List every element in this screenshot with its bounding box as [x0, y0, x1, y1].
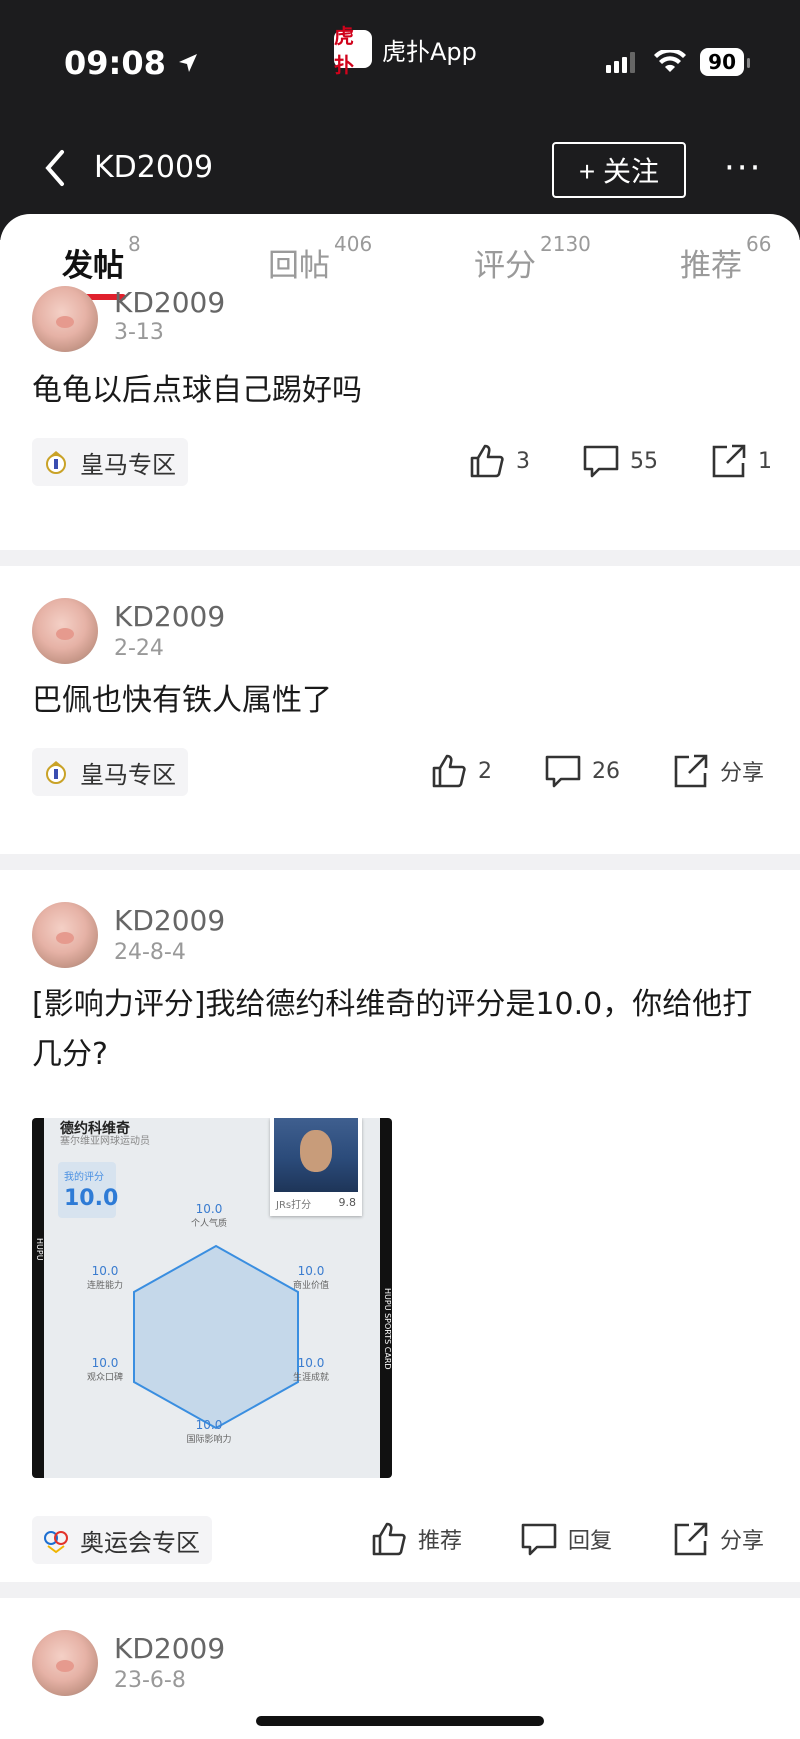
follow-button[interactable]: + 关注	[552, 142, 686, 198]
divider	[0, 1582, 800, 1598]
real-madrid-crest-icon	[46, 761, 66, 784]
card-my-score-label: 我的评分	[64, 1172, 104, 1183]
share-label: 分享	[720, 1529, 765, 1554]
card-my-score-box: 我的评分 10.0	[58, 1162, 119, 1218]
stat-item: 10.0 商业价值	[292, 1264, 329, 1291]
time-text: 09:08	[64, 44, 166, 82]
comment-count: 55	[630, 448, 658, 474]
like-count: 3	[516, 448, 530, 474]
page-title: KD2009	[94, 150, 214, 185]
zone-tag[interactable]: 皇马专区	[32, 438, 188, 486]
tab-recommend[interactable]: 推荐66	[680, 232, 771, 285]
comment-bubble-icon	[521, 1523, 557, 1556]
jrs-score-label: JRs打分	[276, 1200, 312, 1211]
rating-card-image[interactable]: 德约科维奇 塞尔维亚网球运动员 我的评分 10.0 JRs打分 9.8 10.0…	[32, 1118, 392, 1478]
zone-label: 皇马专区	[80, 760, 176, 789]
post-item[interactable]: KD2009 3-13 龟龟以后点球自己踢好吗 皇马专区 3 55 1	[0, 286, 800, 550]
post-username[interactable]: KD2009	[114, 600, 225, 633]
status-time: 09:08	[64, 44, 200, 82]
tab-posts[interactable]: 发帖8	[62, 232, 141, 285]
card-player-subtitle: 塞尔维亚网球运动员	[60, 1136, 150, 1147]
thumbs-up-icon	[432, 754, 466, 788]
home-indicator[interactable]	[256, 1716, 544, 1726]
more-options-icon[interactable]: ···	[724, 148, 762, 188]
return-to-app[interactable]: 虎扑 虎扑App	[334, 24, 477, 77]
stat-item: 10.0 观众口碑	[86, 1356, 123, 1383]
reply-label: 回复	[568, 1529, 613, 1554]
olympic-mascot-icon	[44, 1531, 68, 1554]
post-username[interactable]: KD2009	[114, 1632, 225, 1665]
post-title[interactable]: 龟龟以后点球自己踢好吗	[32, 366, 772, 416]
card-side-label-right: HUPU SPORTS CARD	[383, 1288, 392, 1370]
stat-item: 10.0 连胜能力	[86, 1264, 123, 1291]
player-photo	[274, 1118, 358, 1192]
share-icon	[712, 444, 746, 478]
share-button[interactable]: 分享	[672, 752, 764, 790]
hupu-logo-icon: 虎扑	[334, 24, 372, 77]
share-count: 1	[758, 448, 772, 474]
tab-replies[interactable]: 回帖406	[268, 232, 372, 285]
post-date: 2-24	[114, 636, 164, 661]
share-icon	[674, 1522, 708, 1556]
avatar[interactable]	[32, 1630, 98, 1696]
card-player-photo: JRs打分 9.8	[270, 1118, 362, 1216]
share-button[interactable]: 分享	[672, 1520, 764, 1558]
comment-bubble-icon	[545, 755, 581, 788]
post-item[interactable]: KD2009 24-8-4 [影响力评分]我给德约科维奇的评分是10.0，你给他…	[0, 870, 800, 1572]
zone-tag[interactable]: 皇马专区	[32, 748, 188, 796]
comment-count: 26	[592, 758, 620, 784]
content-sheet: 发帖8 回帖406 评分2130 推荐66 KD2009 3-13 龟龟以后点球…	[0, 214, 800, 1739]
card-side-label-left: HUPU	[35, 1238, 44, 1261]
post-title[interactable]: 巴佩也快有铁人属性了	[32, 676, 772, 726]
post-item[interactable]: KD2009 2-24 巴佩也快有铁人属性了 皇马专区 2 26 分享	[0, 566, 800, 854]
recommend-button[interactable]: 推荐	[370, 1520, 462, 1558]
post-date: 23-6-8	[114, 1668, 186, 1693]
status-icons: 90	[606, 48, 750, 76]
comment-button[interactable]: 55	[582, 442, 658, 480]
reply-button[interactable]: 回复	[520, 1520, 612, 1558]
stat-item: 10.0 国际影响力	[186, 1418, 232, 1445]
avatar[interactable]	[32, 598, 98, 664]
zone-tag[interactable]: 奥运会专区	[32, 1516, 212, 1564]
comment-bubble-icon	[583, 445, 619, 478]
recommend-label: 推荐	[418, 1529, 463, 1554]
share-icon	[674, 754, 708, 788]
battery-indicator: 90	[700, 48, 750, 76]
stat-item: 10.0 个人气质	[190, 1202, 227, 1229]
thumbs-up-icon	[372, 1522, 406, 1556]
jrs-score-value: 9.8	[338, 1196, 357, 1209]
comment-button[interactable]: 26	[544, 752, 620, 790]
avatar[interactable]	[32, 286, 98, 352]
post-title[interactable]: [影响力评分]我给德约科维奇的评分是10.0，你给他打几分?	[32, 980, 772, 1080]
avatar[interactable]	[32, 902, 98, 968]
post-date: 24-8-4	[114, 940, 186, 965]
share-button[interactable]: 1	[710, 442, 772, 480]
share-label: 分享	[720, 761, 765, 786]
post-username[interactable]: KD2009	[114, 904, 225, 937]
real-madrid-crest-icon	[46, 451, 66, 474]
rating-card-body: 德约科维奇 塞尔维亚网球运动员 我的评分 10.0 JRs打分 9.8 10.0…	[44, 1118, 380, 1478]
header-area: 09:08 虎扑 虎扑App 90 KD2009 + 关注 ···	[0, 0, 800, 240]
like-button[interactable]: 3	[468, 442, 530, 480]
thumbs-up-icon	[470, 444, 504, 478]
like-count: 2	[478, 758, 492, 784]
wifi-icon	[654, 50, 687, 72]
divider	[0, 550, 800, 566]
zone-label: 皇马专区	[80, 450, 176, 479]
like-button[interactable]: 2	[430, 752, 492, 790]
app-name: 虎扑App	[382, 37, 477, 66]
tab-ratings[interactable]: 评分2130	[474, 232, 591, 285]
divider	[0, 854, 800, 870]
post-date: 3-13	[114, 320, 164, 345]
signal-icon	[606, 52, 636, 73]
post-username[interactable]: KD2009	[114, 286, 225, 319]
location-arrow-icon	[178, 54, 197, 72]
zone-label: 奥运会专区	[80, 1528, 200, 1557]
stat-item: 10.0 生涯成就	[292, 1356, 329, 1383]
card-my-score-value: 10.0	[64, 1186, 119, 1211]
back-chevron-icon[interactable]	[40, 148, 70, 188]
